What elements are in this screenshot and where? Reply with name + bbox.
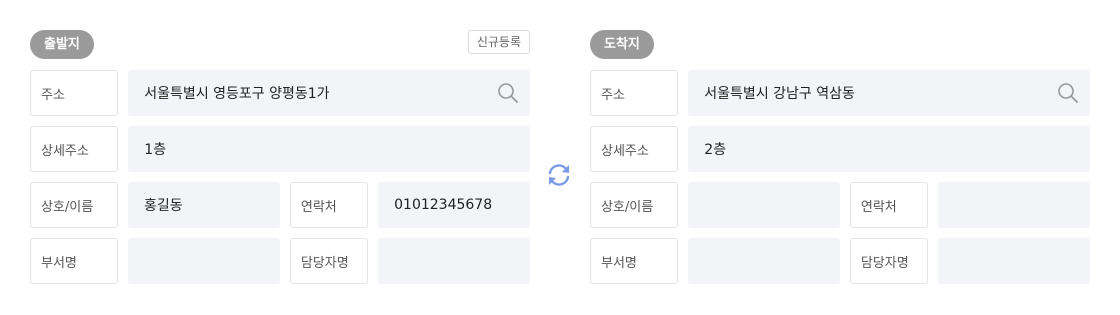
destination-name-row: 상호/이름 연락처 (590, 182, 1090, 228)
destination-address-value: 서울특별시 강남구 역삼동 (704, 86, 855, 102)
destination-header: 도착지 (590, 30, 1090, 59)
destination-address-field[interactable]: 서울특별시 강남구 역삼동 (688, 70, 1090, 116)
origin-panel: 출발지 신규등록 주소 서울특별시 영등포구 양평동1가 상세주소 1층 상호/… (30, 30, 530, 294)
search-icon[interactable] (496, 81, 520, 105)
origin-contact-field[interactable]: 01012345678 (378, 182, 530, 228)
origin-name-label: 상호/이름 (30, 182, 119, 228)
destination-detail-row: 상세주소 2층 (590, 126, 1090, 172)
destination-name-field[interactable] (688, 182, 840, 228)
destination-dept-row: 부서명 담당자명 (590, 238, 1090, 284)
origin-manager-label: 담당자명 (289, 238, 369, 284)
destination-address-label: 주소 (590, 70, 679, 116)
origin-dept-field[interactable] (128, 238, 280, 284)
origin-detail-row: 상세주소 1층 (30, 126, 530, 172)
destination-panel: 도착지 주소 서울특별시 강남구 역삼동 상세주소 2층 상호/이름 연락처 부… (590, 30, 1090, 294)
destination-detail-value: 2층 (704, 142, 727, 158)
origin-contact-label: 연락처 (289, 182, 369, 228)
destination-manager-label: 담당자명 (849, 238, 929, 284)
destination-dept-label: 부서명 (590, 238, 679, 284)
destination-detail-label: 상세주소 (590, 126, 679, 172)
origin-contact-value: 01012345678 (394, 197, 493, 213)
destination-contact-label: 연락처 (849, 182, 929, 228)
origin-address-label: 주소 (30, 70, 119, 116)
destination-dept-field[interactable] (688, 238, 840, 284)
new-registration-button[interactable]: 신규등록 (467, 30, 530, 54)
destination-name-label: 상호/이름 (590, 182, 679, 228)
origin-name-row: 상호/이름 홍길동 연락처 01012345678 (30, 182, 530, 228)
origin-address-field[interactable]: 서울특별시 영등포구 양평동1가 (128, 70, 530, 116)
origin-address-row: 주소 서울특별시 영등포구 양평동1가 (30, 70, 530, 116)
destination-address-row: 주소 서울특별시 강남구 역삼동 (590, 70, 1090, 116)
origin-detail-field[interactable]: 1층 (128, 126, 530, 172)
destination-manager-field[interactable] (938, 238, 1090, 284)
origin-detail-value: 1층 (144, 142, 167, 158)
destination-badge: 도착지 (590, 30, 654, 59)
origin-badge: 출발지 (30, 30, 94, 59)
origin-manager-field[interactable] (378, 238, 530, 284)
origin-name-value: 홍길동 (144, 198, 183, 214)
search-icon[interactable] (1056, 81, 1080, 105)
origin-dept-row: 부서명 담당자명 (30, 238, 530, 284)
origin-dept-label: 부서명 (30, 238, 119, 284)
destination-detail-field[interactable]: 2층 (688, 126, 1090, 172)
origin-name-field[interactable]: 홍길동 (128, 182, 280, 228)
origin-header: 출발지 신규등록 (30, 30, 530, 59)
origin-detail-label: 상세주소 (30, 126, 119, 172)
origin-address-value: 서울특별시 영등포구 양평동1가 (144, 86, 330, 102)
destination-contact-field[interactable] (938, 182, 1090, 228)
swap-arrows-icon[interactable] (544, 160, 574, 190)
